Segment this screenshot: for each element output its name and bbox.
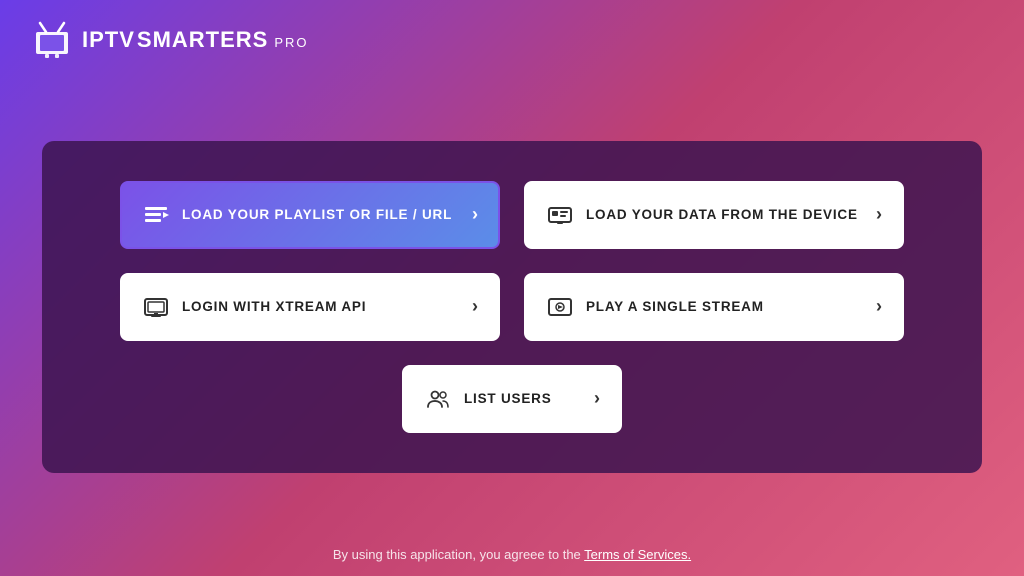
load-playlist-button[interactable]: LOAD YOUR PLAYLIST OR FILE / URL ›: [120, 181, 500, 249]
button-row-3: LIST USERS ›: [402, 365, 622, 433]
list-users-button[interactable]: LIST USERS ›: [402, 365, 622, 433]
single-stream-chevron: ›: [876, 296, 882, 317]
button-row-2: LOGIN WITH XTREAM API › PLAY A SINGLE ST…: [92, 273, 932, 341]
logo-icon: [30, 18, 74, 62]
users-icon: [424, 385, 452, 413]
stream-icon: [546, 293, 574, 321]
single-stream-label: PLAY A SINGLE STREAM: [586, 299, 764, 314]
load-playlist-label: LOAD YOUR PLAYLIST OR FILE / URL: [182, 207, 452, 222]
load-playlist-chevron: ›: [472, 204, 478, 225]
device-icon: [546, 201, 574, 229]
playlist-icon: [142, 201, 170, 229]
xtream-api-chevron: ›: [472, 296, 478, 317]
footer-text: By using this application, you agreee to…: [333, 547, 581, 562]
xtream-api-button[interactable]: LOGIN WITH XTREAM API ›: [120, 273, 500, 341]
main-card: LOAD YOUR PLAYLIST OR FILE / URL › LOAD …: [42, 141, 982, 473]
list-users-label: LIST USERS: [464, 391, 552, 406]
button-row-1: LOAD YOUR PLAYLIST OR FILE / URL › LOAD …: [92, 181, 932, 249]
load-device-label: LOAD YOUR DATA FROM THE DEVICE: [586, 207, 858, 222]
xtream-api-label: LOGIN WITH XTREAM API: [182, 299, 366, 314]
single-stream-button[interactable]: PLAY A SINGLE STREAM ›: [524, 273, 904, 341]
list-users-chevron: ›: [594, 388, 600, 409]
load-device-chevron: ›: [876, 204, 882, 225]
logo-text: IPTV SMARTERS PRO: [82, 27, 309, 53]
footer: By using this application, you agreee to…: [319, 533, 705, 576]
xtream-icon: [142, 293, 170, 321]
header: IPTV SMARTERS PRO: [0, 0, 1024, 80]
terms-link[interactable]: Terms of Services.: [584, 547, 691, 562]
load-device-button[interactable]: LOAD YOUR DATA FROM THE DEVICE ›: [524, 181, 904, 249]
logo-area: IPTV SMARTERS PRO: [30, 18, 309, 62]
